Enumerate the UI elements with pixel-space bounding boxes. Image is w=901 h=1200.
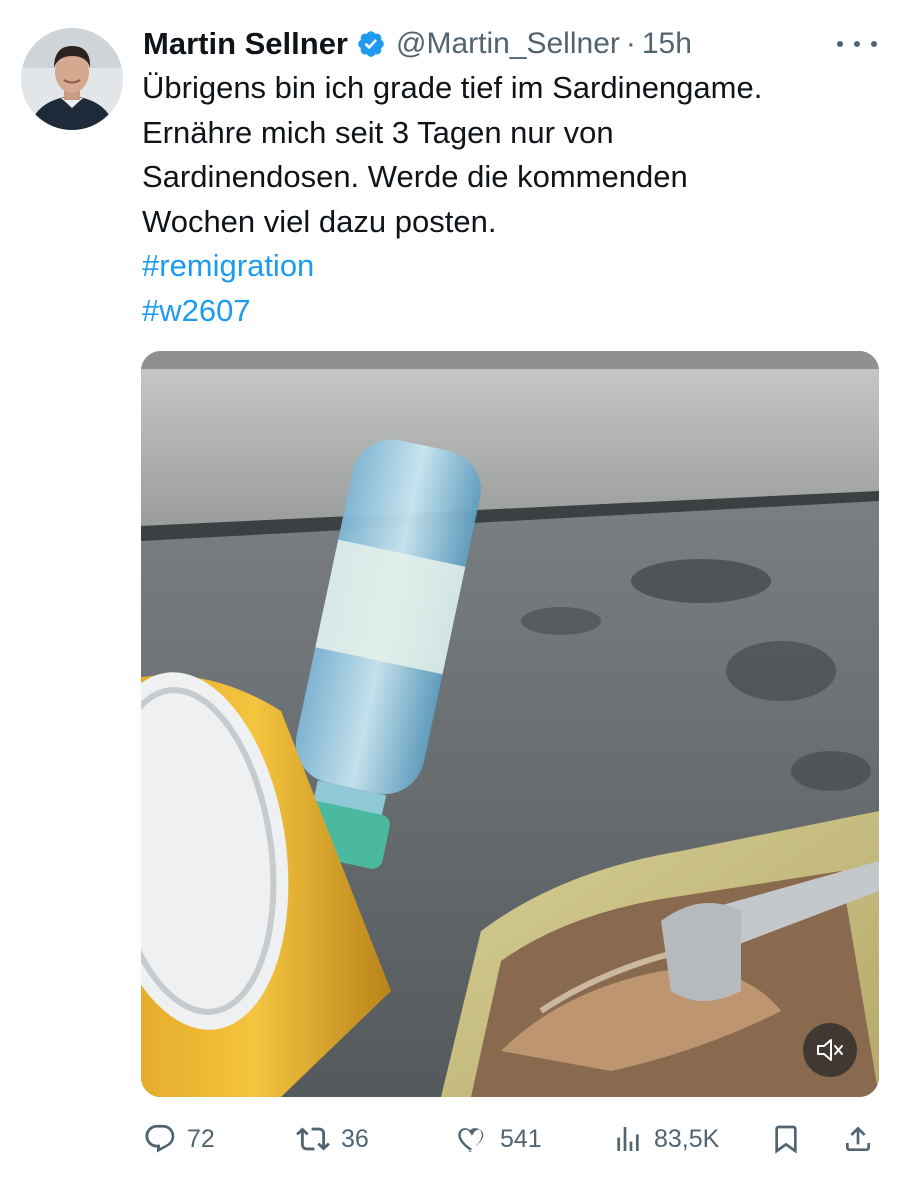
separator-dot: · [625,27,636,60]
avatar-image [21,28,123,130]
author-name[interactable]: Martin Sellner [143,26,348,62]
reply-button[interactable]: 72 [143,1116,215,1162]
reply-count: 72 [187,1124,215,1153]
views-count: 83,5K [654,1124,720,1153]
tweet-text-line: Übrigens bin ich grade tief im Sardineng… [142,70,763,105]
tweet-header: Martin Sellner @Martin_Sellner · 15h [143,22,692,66]
views-button[interactable]: 83,5K [612,1116,719,1162]
like-count: 541 [500,1124,542,1153]
bookmark-button[interactable] [770,1116,802,1162]
mute-icon[interactable] [803,1023,857,1077]
views-icon [612,1122,644,1156]
video-frame [141,351,879,1097]
tweet-text: Übrigens bin ich grade tief im Sardineng… [142,66,862,333]
share-button[interactable] [842,1116,874,1162]
tweet-text-line: Ernähre mich seit 3 Tagen nur von [142,114,614,150]
more-icon[interactable] [837,28,877,60]
post-time[interactable]: 15h [642,27,692,61]
hashtag-link[interactable]: #remigration [142,244,862,289]
verified-badge-icon[interactable] [356,29,386,59]
video-player[interactable] [141,351,879,1097]
like-button[interactable]: 541 [454,1116,542,1162]
repost-button[interactable]: 36 [295,1116,369,1162]
reply-icon [143,1122,177,1156]
tweet-text-line: Wochen viel dazu posten. [142,203,497,239]
action-bar: 72 36 541 83,5K [140,1116,880,1162]
tweet-text-line: Sardinendosen. Werde die kommenden [142,159,688,194]
tweet: Martin Sellner @Martin_Sellner · 15h Übr… [0,0,901,1200]
repost-icon [295,1122,331,1156]
avatar[interactable] [21,28,123,130]
author-handle[interactable]: @Martin_Sellner [396,27,620,61]
repost-count: 36 [341,1124,369,1153]
hashtag-link[interactable]: #w2607 [142,289,862,334]
share-icon [842,1121,874,1157]
bookmark-icon [770,1121,802,1157]
like-icon [454,1122,490,1156]
